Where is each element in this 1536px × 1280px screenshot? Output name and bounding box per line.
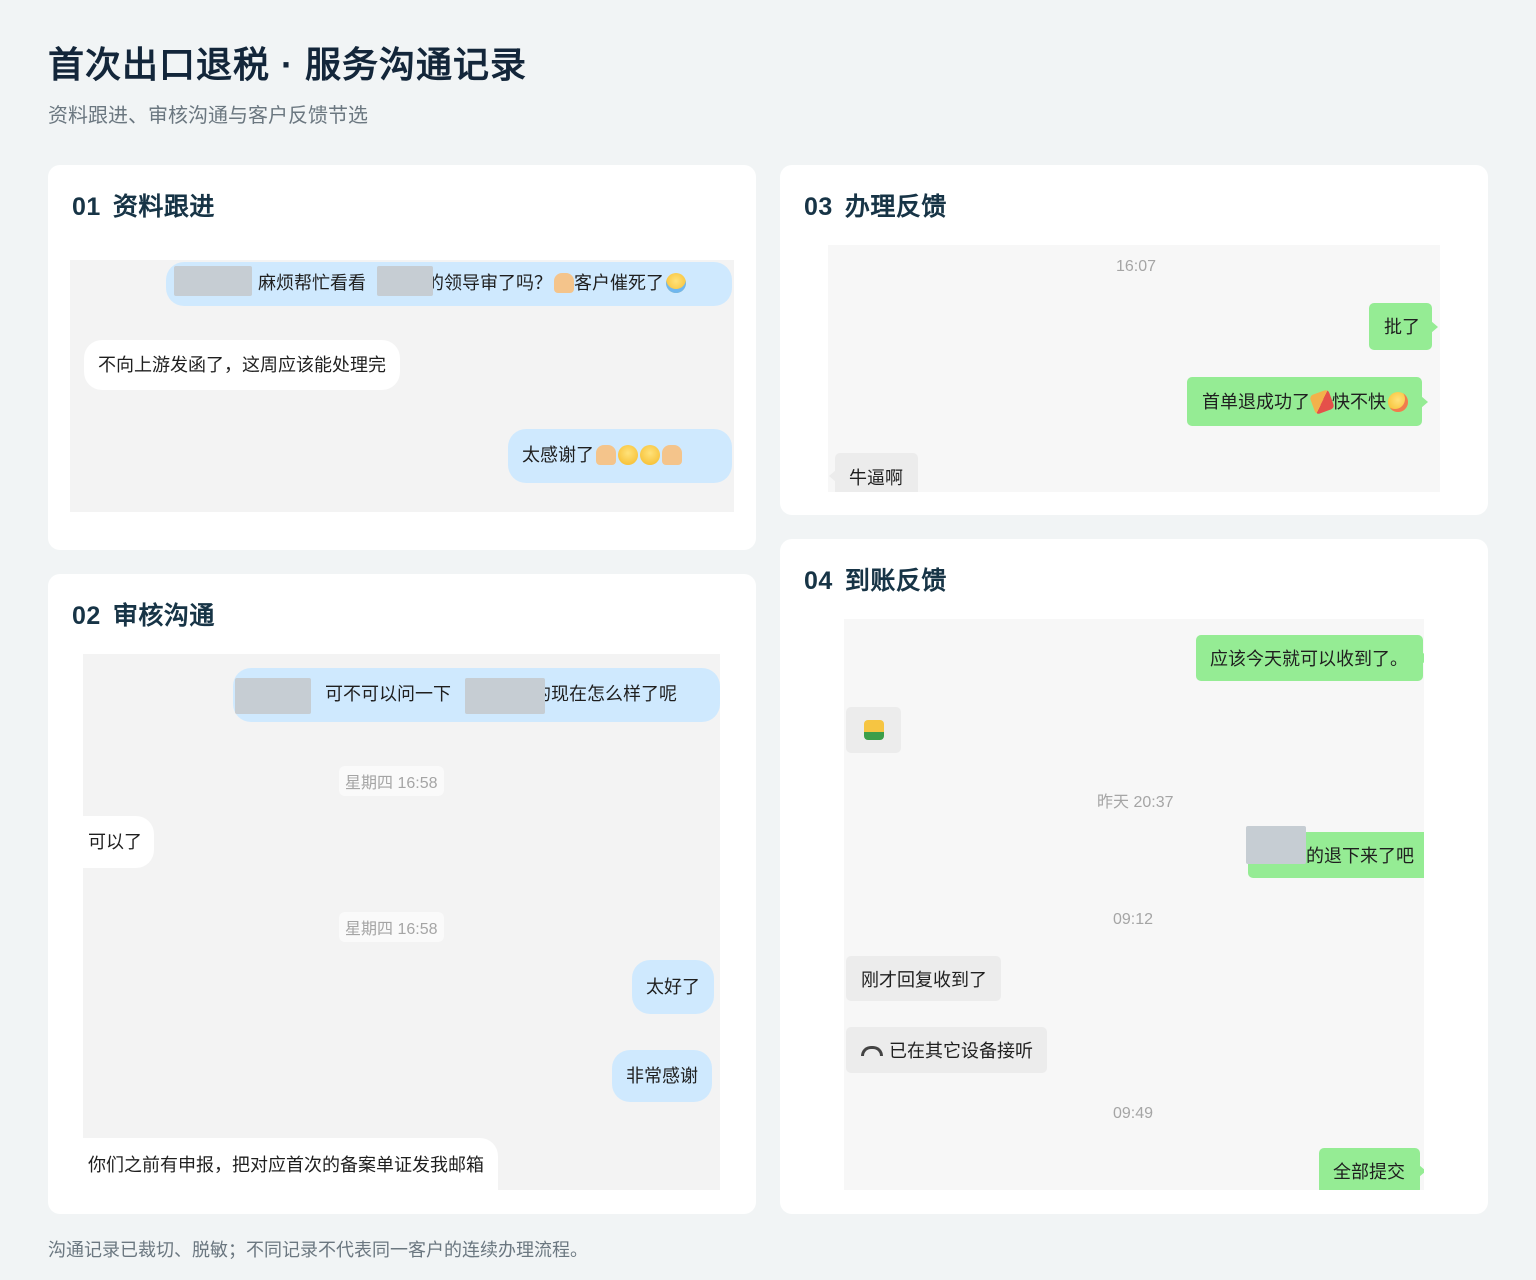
card-number: 03 [804, 193, 833, 221]
message-bubble-outgoing: 全部提交 [1319, 1148, 1424, 1190]
message-bubble-incoming: 刚才回复收到了 [846, 956, 1001, 1001]
card-processing-feedback: 03 办理反馈 16:07 批了 首单退成功了 快不快 牛逼啊 [780, 165, 1488, 515]
message-text: 应该今天就可以收到了。 [1210, 649, 1408, 669]
card-title: 03 办理反馈 [804, 187, 947, 223]
message-bubble-incoming: 不向上游发函了，这周应该能处理完 [84, 340, 400, 390]
card-title-text: 到账反馈 [844, 567, 947, 595]
message-bubble-incoming: 牛逼啊 [829, 453, 918, 492]
message-text: 非常感谢 [626, 1066, 698, 1086]
message-text: 客户催死了 [574, 273, 664, 293]
phone-hangup-icon [861, 1046, 883, 1056]
redacted-name [465, 678, 545, 714]
card-document-followup: 01 资料跟进 麻烦帮忙看看 的领导审了吗？ 客户催死了 不向上游发函了，这周应该能处… [48, 165, 756, 550]
message-text: 批了 [1384, 317, 1420, 337]
smiling-face-icon [640, 445, 660, 465]
timestamp: 16:07 [1116, 258, 1157, 275]
card-number: 02 [72, 602, 101, 630]
party-popper-icon [1309, 389, 1335, 415]
card-review-communication: 02 审核沟通 可不可以问一下 的现在怎么样了呢 星期四 16:58 可以了 星期四… [48, 574, 756, 1214]
folded-hands-icon [596, 445, 616, 465]
message-text: 刚才回复收到了 [861, 970, 987, 990]
chat-screenshot: 应该今天就可以收到了。 昨天 20:37 的退下来了吧 09:12 刚才回复收到… [844, 619, 1424, 1190]
message-bubble-call: 已在其它设备接听 [846, 1027, 1047, 1073]
message-bubble-outgoing: 太感谢了 [508, 429, 732, 483]
card-title: 01 资料跟进 [72, 187, 215, 223]
thumbs-up-icon [864, 720, 884, 740]
message-text: 可以了 [88, 832, 142, 852]
card-number: 04 [804, 567, 833, 595]
page-title: 首次出口退税 · 服务沟通记录 [48, 44, 527, 85]
message-text: 的现在怎么样了呢 [533, 684, 677, 704]
card-title-text: 办理反馈 [844, 193, 947, 221]
message-text: 快不快 [1332, 392, 1386, 412]
message-bubble-incoming: 可以了 [83, 816, 154, 868]
message-text: 太好了 [646, 977, 700, 997]
chat-screenshot: 16:07 批了 首单退成功了 快不快 牛逼啊 [828, 245, 1440, 492]
timestamp: 09:12 [1113, 911, 1154, 928]
message-text: 不向上游发函了，这周应该能处理完 [98, 355, 386, 375]
card-title: 02 审核沟通 [72, 596, 215, 632]
message-bubble-outgoing: 非常感谢 [612, 1050, 712, 1102]
message-text: 你们之前有申报，把对应首次的备案单证发我邮箱 [88, 1155, 484, 1175]
smiling-face-icon [618, 445, 638, 465]
message-bubble-incoming: 你们之前有申报，把对应首次的备案单证发我邮箱 [83, 1138, 498, 1190]
message-text: 已在其它设备接听 [889, 1041, 1033, 1061]
timestamp: 09:49 [1113, 1105, 1154, 1122]
message-text: 的退下来了吧 [1306, 846, 1414, 866]
card-number: 01 [72, 193, 101, 221]
card-title-text: 资料跟进 [112, 193, 215, 221]
timestamp: 昨天 20:37 [1097, 794, 1174, 811]
chat-screenshot: 麻烦帮忙看看 的领导审了吗？ 客户催死了 不向上游发函了，这周应该能处理完 太感谢了 [70, 260, 734, 512]
folded-hands-icon [662, 445, 682, 465]
card-payment-feedback: 04 到账反馈 应该今天就可以收到了。 昨天 20:37 的退下来了吧 09:12… [780, 539, 1488, 1214]
footer-note: 沟通记录已裁切、脱敏；不同记录不代表同一客户的连续办理流程。 [48, 1240, 588, 1260]
page-subtitle: 资料跟进、审核沟通与客户反馈节选 [48, 105, 368, 127]
message-text: 全部提交 [1333, 1162, 1405, 1182]
card-title-text: 审核沟通 [112, 602, 215, 630]
redacted-name [377, 266, 433, 296]
timestamp: 星期四 16:58 [339, 766, 444, 796]
message-text: 麻烦帮忙看看 [258, 273, 366, 293]
message-text: 的领导审了吗？ [426, 273, 552, 293]
message-text: 首单退成功了 [1202, 392, 1310, 412]
message-text: 牛逼啊 [849, 468, 903, 488]
redacted-name [174, 266, 252, 296]
message-text: 太感谢了 [522, 445, 594, 465]
message-bubble-outgoing: 首单退成功了 快不快 [1187, 377, 1428, 426]
crying-face-icon [666, 273, 686, 293]
chat-screenshot: 可不可以问一下 的现在怎么样了呢 星期四 16:58 可以了 星期四 16:58 … [83, 654, 720, 1190]
folded-hands-icon [554, 273, 574, 293]
laughing-face-icon [1388, 392, 1408, 412]
message-text: 可不可以问一下 [325, 684, 451, 704]
card-title: 04 到账反馈 [804, 561, 947, 597]
message-bubble-outgoing: 应该今天就可以收到了。 [1196, 635, 1424, 681]
redacted-name [235, 678, 311, 714]
message-bubble-outgoing: 批了 [1369, 303, 1438, 350]
redacted-name [1246, 826, 1306, 864]
message-bubble-incoming [846, 707, 901, 753]
message-bubble-outgoing: 太好了 [632, 960, 714, 1014]
timestamp: 星期四 16:58 [339, 912, 444, 942]
